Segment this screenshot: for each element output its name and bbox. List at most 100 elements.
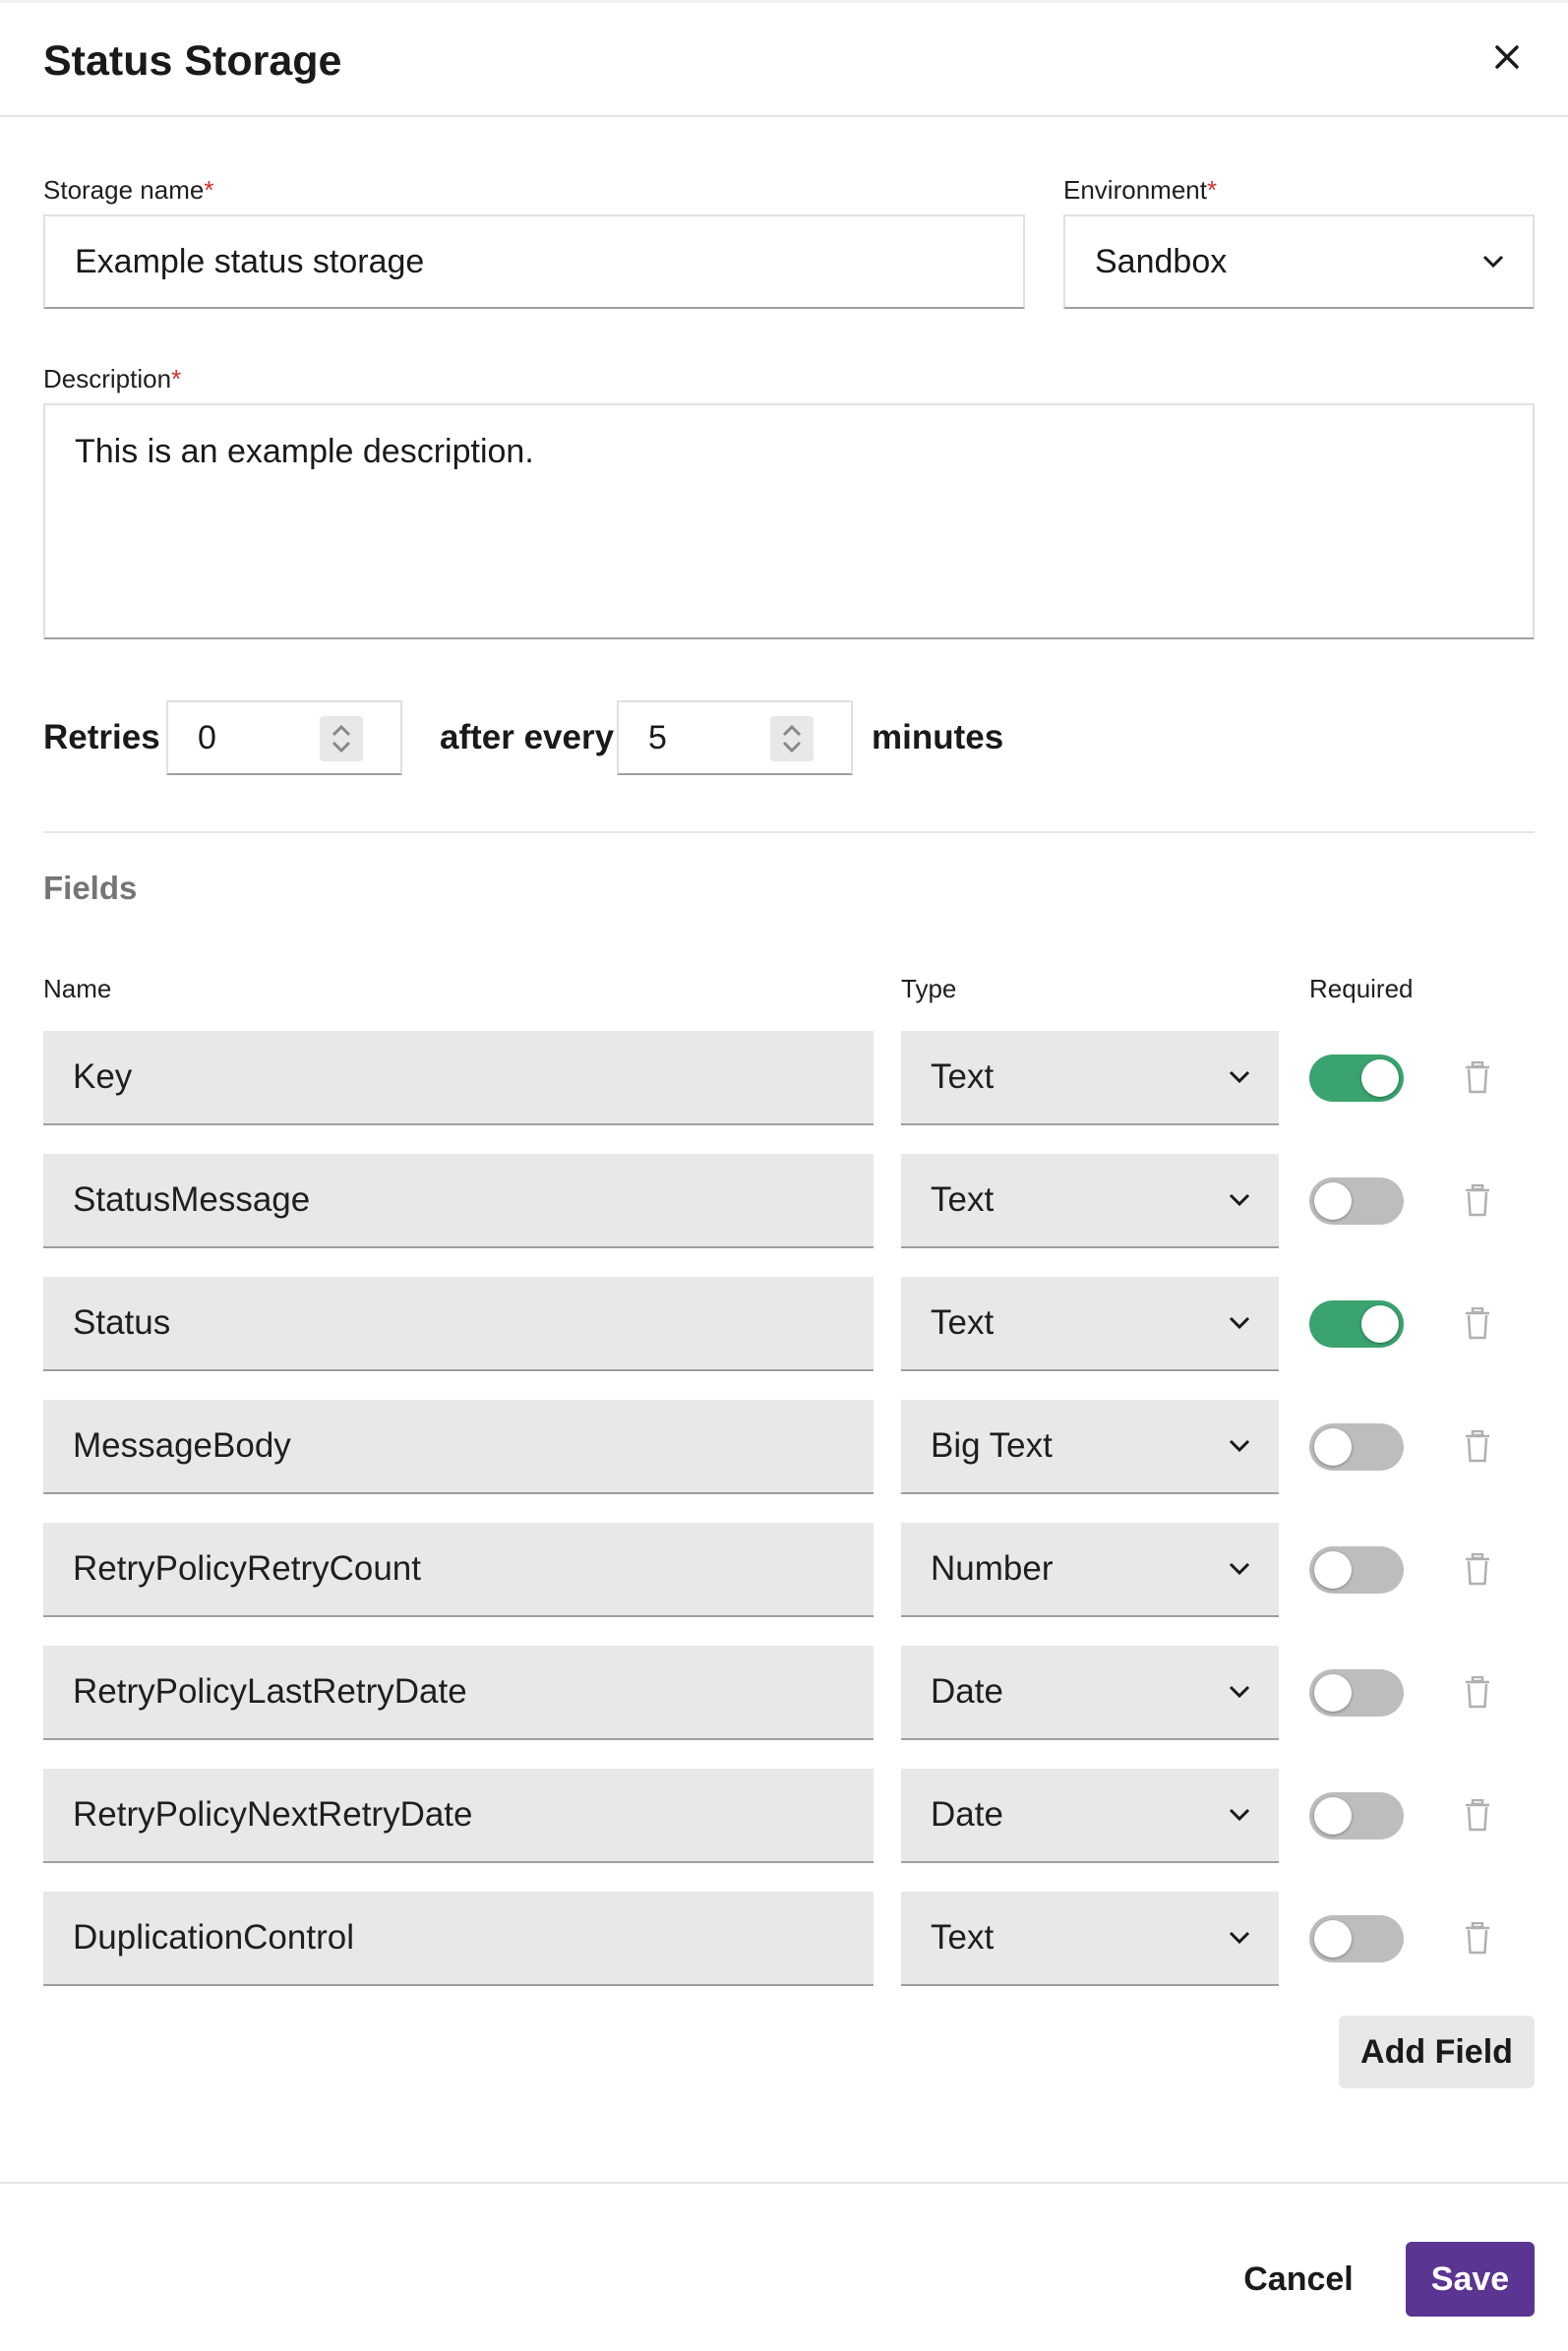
toggle-knob <box>1314 1920 1352 1958</box>
environment-value: Sandbox <box>1095 242 1228 280</box>
chevron-down-icon <box>1482 255 1504 269</box>
field-type-value: Text <box>931 1303 995 1342</box>
required-toggle[interactable] <box>1309 1300 1404 1348</box>
cancel-button[interactable]: Cancel <box>1230 2243 1367 2316</box>
required-mark: * <box>1206 175 1218 205</box>
trash-icon[interactable] <box>1464 1307 1491 1341</box>
field-type-select[interactable]: Text <box>901 1277 1279 1371</box>
stepper-icon[interactable] <box>320 716 363 761</box>
trash-icon[interactable] <box>1464 1184 1491 1218</box>
required-toggle[interactable] <box>1309 1792 1404 1839</box>
trash-icon[interactable] <box>1464 1799 1491 1833</box>
section-divider <box>43 831 1535 833</box>
column-header-type: Type <box>901 974 957 1003</box>
toggle-knob <box>1361 1059 1399 1097</box>
field-name-value: RetryPolicyLastRetryDate <box>73 1672 467 1711</box>
field-type-select[interactable]: Big Text <box>901 1400 1279 1494</box>
field-type-select[interactable]: Date <box>901 1646 1279 1740</box>
minutes-label: minutes <box>872 718 1004 756</box>
add-field-button[interactable]: Add Field <box>1339 2016 1535 2088</box>
footer-divider <box>0 2182 1568 2184</box>
chevron-down-icon <box>1229 1808 1250 1822</box>
field-type-value: Date <box>931 1795 1003 1834</box>
field-name-input[interactable]: Status <box>43 1277 874 1371</box>
field-type-select[interactable]: Text <box>901 1892 1279 1986</box>
column-header-required: Required <box>1309 974 1414 1003</box>
chevron-down-icon <box>1229 1193 1250 1207</box>
toggle-knob <box>1314 1797 1352 1835</box>
field-type-value: Text <box>931 1180 995 1219</box>
chevron-down-icon <box>1229 1070 1250 1084</box>
field-name-value: StatusMessage <box>73 1180 311 1219</box>
retries-label: Retries <box>43 718 160 756</box>
required-mark: * <box>171 364 182 393</box>
retries-interval-input[interactable]: 5 <box>617 700 853 775</box>
trash-icon[interactable] <box>1464 1430 1491 1464</box>
description-label: Description* <box>43 362 181 395</box>
dialog-header: Status Storage <box>0 0 1568 117</box>
retries-interval-value: 5 <box>648 718 667 756</box>
after-every-label: after every <box>440 718 615 756</box>
trash-icon[interactable] <box>1464 1553 1491 1587</box>
trash-icon[interactable] <box>1464 1061 1491 1095</box>
required-mark: * <box>204 175 214 205</box>
stepper-icon[interactable] <box>770 716 814 761</box>
description-label-text: Description <box>43 364 172 393</box>
field-type-value: Big Text <box>931 1426 1053 1465</box>
description-textarea[interactable]: This is an example description. <box>43 403 1535 639</box>
trash-icon[interactable] <box>1464 1922 1491 1956</box>
field-name-value: MessageBody <box>73 1426 291 1465</box>
field-type-value: Date <box>931 1672 1003 1711</box>
field-name-input[interactable]: RetryPolicyRetryCount <box>43 1523 874 1617</box>
fields-section-title: Fields <box>43 870 138 906</box>
field-name-value: DuplicationControl <box>73 1918 354 1957</box>
toggle-knob <box>1361 1305 1399 1343</box>
environment-label: Environment* <box>1063 173 1217 207</box>
field-type-select[interactable]: Date <box>901 1769 1279 1863</box>
required-toggle[interactable] <box>1309 1669 1404 1717</box>
field-type-select[interactable]: Number <box>901 1523 1279 1617</box>
retries-count-input[interactable]: 0 <box>166 700 402 775</box>
save-button[interactable]: Save <box>1406 2242 1535 2317</box>
field-name-value: Key <box>73 1057 133 1096</box>
required-toggle[interactable] <box>1309 1423 1404 1471</box>
field-type-value: Number <box>931 1549 1054 1588</box>
required-toggle[interactable] <box>1309 1177 1404 1225</box>
field-type-select[interactable]: Text <box>901 1154 1279 1248</box>
toggle-knob <box>1314 1674 1352 1712</box>
required-toggle[interactable] <box>1309 1055 1404 1102</box>
field-name-input[interactable]: MessageBody <box>43 1400 874 1494</box>
field-type-value: Text <box>931 1057 995 1096</box>
trash-icon[interactable] <box>1464 1676 1491 1710</box>
retries-count-value: 0 <box>198 718 216 756</box>
field-type-value: Text <box>931 1918 995 1957</box>
required-toggle[interactable] <box>1309 1546 1404 1594</box>
field-name-input[interactable]: StatusMessage <box>43 1154 874 1248</box>
storage-name-value: Example status storage <box>75 242 425 280</box>
chevron-down-icon <box>1229 1439 1250 1453</box>
chevron-down-icon <box>1229 1316 1250 1330</box>
field-name-input[interactable]: DuplicationControl <box>43 1892 874 1986</box>
toggle-knob <box>1314 1551 1352 1589</box>
environment-select[interactable]: Sandbox <box>1063 214 1535 309</box>
required-toggle[interactable] <box>1309 1915 1404 1962</box>
chevron-down-icon <box>1229 1562 1250 1576</box>
description-value: This is an example description. <box>75 433 534 470</box>
field-name-input[interactable]: RetryPolicyLastRetryDate <box>43 1646 874 1740</box>
chevron-down-icon <box>1229 1931 1250 1945</box>
environment-label-text: Environment <box>1063 175 1207 205</box>
column-header-name: Name <box>43 974 112 1003</box>
close-icon[interactable] <box>1485 35 1529 79</box>
storage-name-label: Storage name* <box>43 173 213 207</box>
field-name-value: RetryPolicyNextRetryDate <box>73 1795 473 1834</box>
toggle-knob <box>1314 1182 1352 1220</box>
storage-name-label-text: Storage name <box>43 175 205 205</box>
storage-name-input[interactable]: Example status storage <box>43 214 1025 309</box>
field-type-select[interactable]: Text <box>901 1031 1279 1125</box>
dialog-title: Status Storage <box>43 37 342 85</box>
field-name-input[interactable]: RetryPolicyNextRetryDate <box>43 1769 874 1863</box>
chevron-down-icon <box>1229 1685 1250 1699</box>
toggle-knob <box>1314 1428 1352 1466</box>
field-name-value: RetryPolicyRetryCount <box>73 1549 421 1588</box>
field-name-input[interactable]: Key <box>43 1031 874 1125</box>
